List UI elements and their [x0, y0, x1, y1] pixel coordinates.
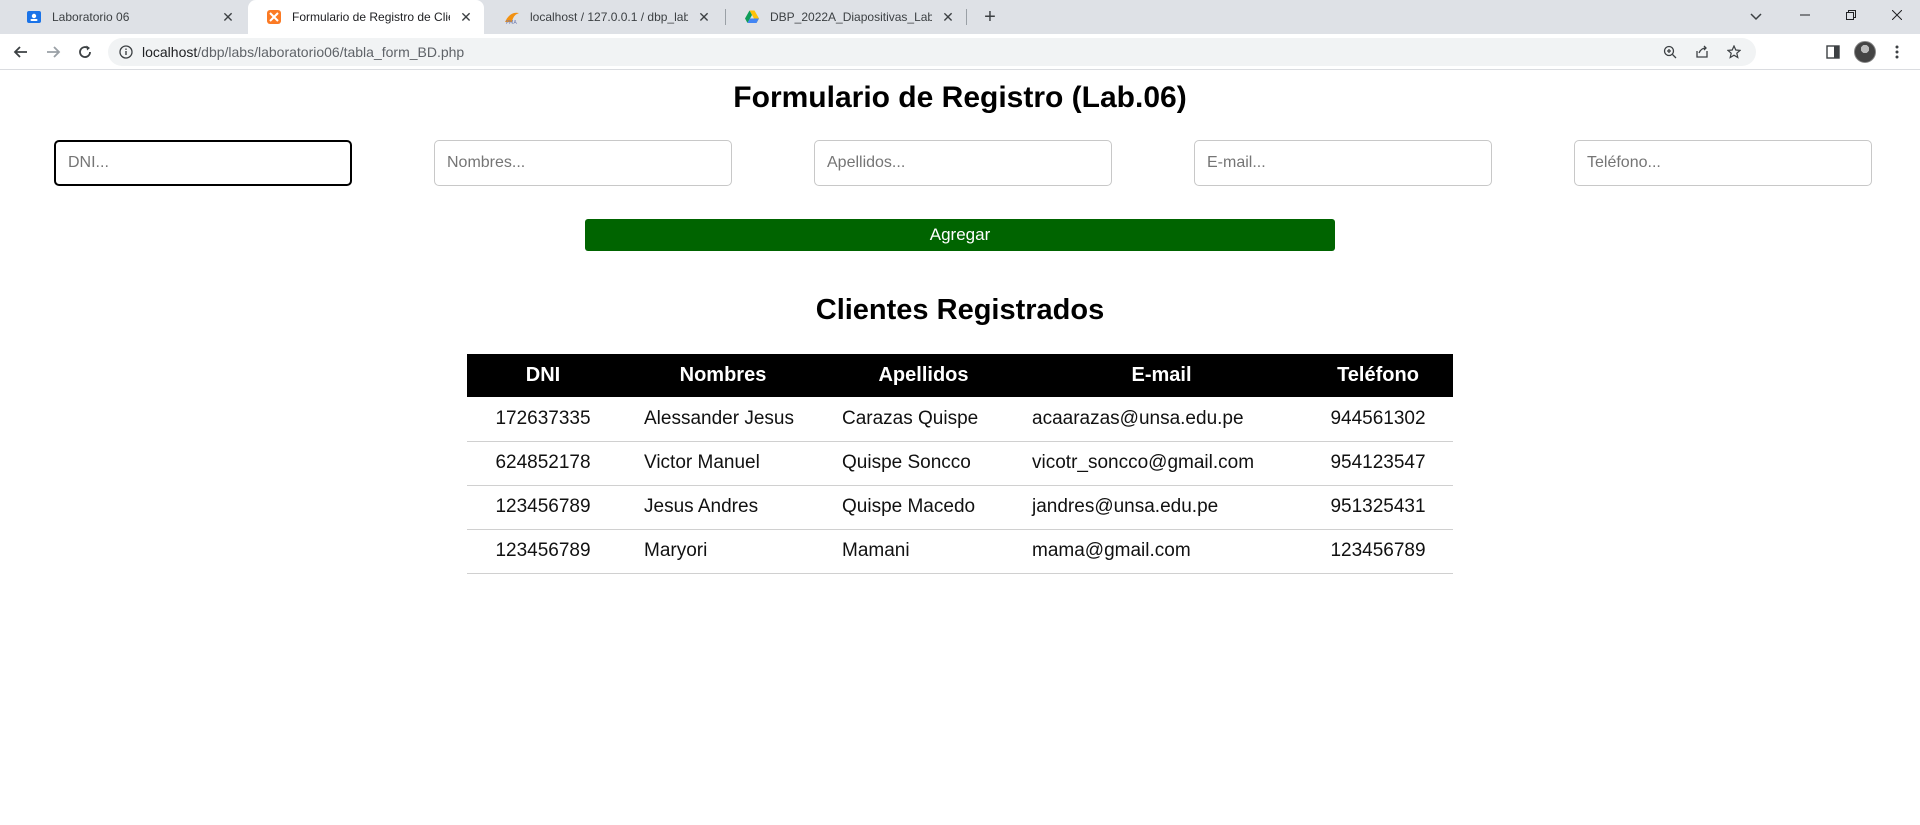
close-tab-icon[interactable]: ✕: [458, 9, 474, 25]
site-info-icon[interactable]: [118, 44, 134, 60]
address-bar[interactable]: localhost/dbp/labs/laboratorio06/tabla_f…: [108, 38, 1756, 66]
minimize-icon[interactable]: [1782, 0, 1828, 30]
header-apellidos: Apellidos: [827, 354, 1020, 397]
cell-nombres: Victor Manuel: [619, 441, 827, 486]
svg-text:PMA: PMA: [506, 20, 517, 25]
tab-drive-pdf[interactable]: DBP_2022A_Diapositivas_Lab_06.pdf ✕: [726, 0, 966, 34]
browser-toolbar: localhost/dbp/labs/laboratorio06/tabla_f…: [0, 34, 1920, 70]
apellidos-input[interactable]: [814, 140, 1112, 186]
classroom-icon: [26, 9, 42, 25]
window-controls: [1782, 0, 1920, 34]
cell-telefono: 944561302: [1303, 397, 1453, 442]
cell-telefono: 951325431: [1303, 485, 1453, 530]
nombres-input[interactable]: [434, 140, 732, 186]
cell-email: mama@gmail.com: [1020, 528, 1303, 574]
cell-telefono: 954123547: [1303, 441, 1453, 486]
tab-strip: Laboratorio 06 ✕ Formulario de Registro …: [0, 0, 1920, 34]
table-header-row: DNI Nombres Apellidos E-mail Teléfono: [467, 354, 1453, 397]
side-panel-icon[interactable]: [1819, 38, 1847, 66]
close-tab-icon[interactable]: ✕: [940, 9, 956, 25]
google-drive-icon: [744, 9, 760, 25]
restore-icon[interactable]: [1828, 0, 1874, 30]
tab-laboratorio[interactable]: Laboratorio 06 ✕: [8, 0, 246, 34]
avatar: [1854, 41, 1876, 63]
cell-apellidos: Quispe Macedo: [827, 485, 1020, 530]
clients-table: DNI Nombres Apellidos E-mail Teléfono 17…: [467, 354, 1453, 574]
tab-title: Formulario de Registro de Clientes: [292, 10, 450, 24]
omnibox-actions: [1658, 44, 1746, 60]
tab-title: localhost / 127.0.0.1 / dbp_lab_06: [530, 10, 688, 24]
table-row: 123456789 Jesus Andres Quispe Macedo jan…: [467, 485, 1453, 530]
tab-title: DBP_2022A_Diapositivas_Lab_06.pdf: [770, 10, 932, 24]
tab-formulario[interactable]: Formulario de Registro de Clientes ✕: [248, 0, 484, 34]
profile-avatar[interactable]: [1851, 38, 1879, 66]
chevron-down-icon[interactable]: [1742, 4, 1770, 30]
cell-apellidos: Mamani: [827, 528, 1020, 574]
header-dni: DNI: [467, 354, 619, 397]
clients-section-title: Clientes Registrados: [815, 294, 1105, 326]
cell-apellidos: Quispe Soncco: [827, 441, 1020, 486]
table-row: 123456789 Maryori Mamani mama@gmail.com …: [467, 528, 1453, 574]
new-tab-button[interactable]: +: [977, 4, 1003, 30]
bookmark-star-icon[interactable]: [1722, 44, 1746, 60]
cell-nombres: Jesus Andres: [619, 485, 827, 530]
header-email: E-mail: [1020, 354, 1303, 397]
cell-dni: 123456789: [467, 528, 619, 574]
phpmyadmin-icon: PMA: [504, 9, 520, 25]
zoom-icon[interactable]: [1658, 44, 1682, 60]
cell-dni: 123456789: [467, 485, 619, 530]
cell-email: jandres@unsa.edu.pe: [1020, 485, 1303, 530]
share-icon[interactable]: [1690, 44, 1714, 60]
dni-input[interactable]: [54, 140, 352, 186]
cell-dni: 172637335: [467, 397, 619, 442]
email-input[interactable]: [1194, 140, 1492, 186]
tab-phpmyadmin[interactable]: PMA localhost / 127.0.0.1 / dbp_lab_06 ✕: [486, 0, 722, 34]
cell-nombres: Maryori: [619, 528, 827, 574]
tab-title: Laboratorio 06: [52, 10, 130, 24]
table-row: 624852178 Victor Manuel Quispe Soncco vi…: [467, 441, 1453, 486]
cell-apellidos: Carazas Quispe: [827, 397, 1020, 442]
close-window-icon[interactable]: [1874, 0, 1920, 30]
more-menu-icon[interactable]: [1883, 38, 1911, 66]
cell-telefono: 123456789: [1303, 528, 1453, 574]
page-title: Formulario de Registro (Lab.06): [733, 81, 1187, 114]
close-tab-icon[interactable]: ✕: [220, 9, 236, 25]
header-telefono: Teléfono: [1303, 354, 1453, 397]
cell-email: vicotr_soncco@gmail.com: [1020, 441, 1303, 486]
reload-icon[interactable]: [71, 38, 99, 66]
forward-arrow-icon[interactable]: [39, 38, 67, 66]
agregar-button[interactable]: Agregar: [585, 219, 1335, 251]
page-content: Formulario de Registro (Lab.06) Agregar …: [0, 71, 1920, 825]
cell-email: acaarazas@unsa.edu.pe: [1020, 397, 1303, 442]
url-path: /dbp/labs/laboratorio06/tabla_form_BD.ph…: [197, 44, 465, 60]
telefono-input[interactable]: [1574, 140, 1872, 186]
close-tab-icon[interactable]: ✕: [696, 9, 712, 25]
cell-nombres: Alessander Jesus: [619, 397, 827, 442]
back-arrow-icon[interactable]: [7, 38, 35, 66]
header-nombres: Nombres: [619, 354, 827, 397]
tab-separator: [966, 9, 967, 25]
cell-dni: 624852178: [467, 441, 619, 486]
url-host: localhost: [142, 44, 198, 60]
table-row: 172637335 Alessander Jesus Carazas Quisp…: [467, 397, 1453, 442]
xampp-icon: [266, 9, 282, 25]
